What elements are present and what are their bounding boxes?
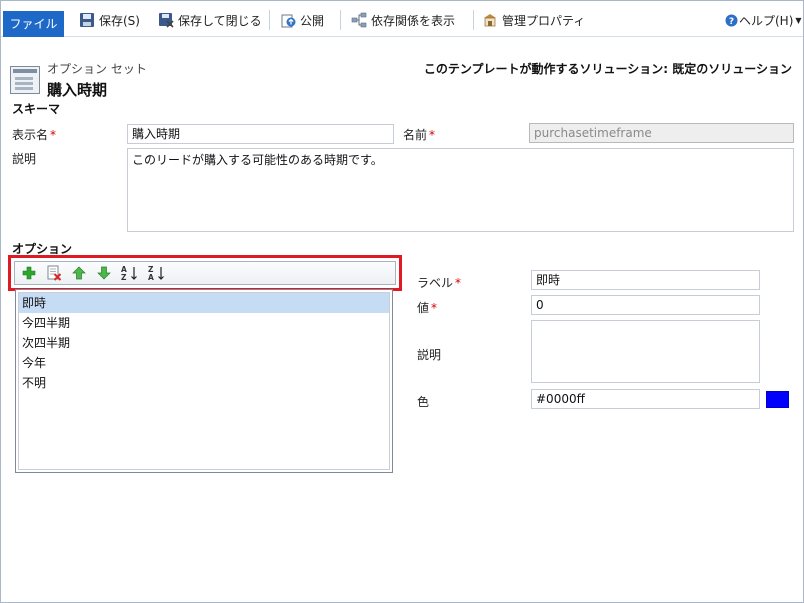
publish-icon xyxy=(280,12,296,28)
display-name-field[interactable]: 購入時期 xyxy=(127,124,394,144)
option-set-icon xyxy=(10,66,40,94)
required-marker: * xyxy=(455,276,462,290)
sort-descending-icon: ZA xyxy=(148,265,164,281)
page-title: 購入時期 xyxy=(47,81,108,99)
file-tab[interactable]: ファイル xyxy=(3,11,64,37)
sort-ascending-button[interactable]: AZ xyxy=(121,265,139,281)
chevron-down-icon: ▼ xyxy=(795,15,802,25)
delete-icon xyxy=(47,265,62,281)
option-value-label: 値 * xyxy=(417,301,438,315)
managed-properties-button[interactable]: 管理プロパティ xyxy=(482,10,585,30)
publish-button[interactable]: 公開 xyxy=(280,10,324,30)
entity-type-label: オプション セット xyxy=(47,62,147,76)
arrow-down-icon xyxy=(97,266,111,280)
dependencies-icon xyxy=(351,12,367,28)
option-label-label: ラベル * xyxy=(417,276,462,290)
options-listbox[interactable]: 即時 今四半期 次四半期 今年 不明 xyxy=(15,289,393,473)
option-color-field[interactable]: #0000ff xyxy=(531,389,760,409)
color-swatch[interactable] xyxy=(766,391,789,408)
help-menu[interactable]: ? ヘルプ(H) ▼ xyxy=(725,10,802,30)
arrow-up-icon xyxy=(72,266,86,280)
move-up-button[interactable] xyxy=(71,265,87,281)
option-value-field[interactable]: 0 xyxy=(531,295,760,315)
show-dependencies-label: 依存関係を表示 xyxy=(371,13,456,28)
name-field: purchasetimeframe xyxy=(529,123,794,143)
save-close-icon xyxy=(158,12,174,28)
plus-icon xyxy=(22,266,36,280)
display-name-label: 表示名 * xyxy=(12,128,57,142)
ribbon-separator xyxy=(340,10,341,30)
delete-option-button[interactable] xyxy=(46,265,62,281)
required-marker: * xyxy=(431,301,438,315)
schema-section-title: スキーマ xyxy=(12,102,61,116)
ribbon-separator xyxy=(473,10,474,30)
list-item[interactable]: 即時 xyxy=(19,293,389,313)
managed-properties-label: 管理プロパティ xyxy=(502,13,586,28)
managed-properties-icon xyxy=(482,12,498,28)
list-item[interactable]: 今年 xyxy=(19,353,389,373)
option-color-label: 色 xyxy=(417,395,430,409)
ribbon-separator xyxy=(269,10,270,30)
list-item[interactable]: 今四半期 xyxy=(19,313,389,333)
save-label: 保存(S) xyxy=(99,13,140,28)
floppy-disk-icon xyxy=(79,12,95,28)
required-marker: * xyxy=(429,128,436,142)
add-option-button[interactable] xyxy=(21,265,37,281)
solution-info: このテンプレートが動作するソリューション: 既定のソリューション xyxy=(423,62,792,76)
svg-text:A: A xyxy=(148,273,154,281)
list-item[interactable]: 次四半期 xyxy=(19,333,389,353)
description-label: 説明 xyxy=(12,152,37,166)
help-label: ヘルプ(H) xyxy=(739,13,794,28)
required-marker: * xyxy=(50,128,57,142)
save-button[interactable]: 保存(S) xyxy=(79,10,140,30)
save-and-close-button[interactable]: 保存して閉じる xyxy=(158,10,262,30)
description-field[interactable]: このリードが購入する可能性のある時期です。 xyxy=(127,148,794,232)
save-and-close-label: 保存して閉じる xyxy=(178,13,262,28)
publish-label: 公開 xyxy=(300,13,325,28)
svg-text:Z: Z xyxy=(121,273,127,281)
options-toolbar: AZ ZA xyxy=(14,261,396,285)
option-description-field[interactable] xyxy=(531,320,760,383)
help-icon: ? xyxy=(725,14,738,27)
list-item[interactable]: 不明 xyxy=(19,373,389,393)
sort-ascending-icon: AZ xyxy=(121,265,137,281)
name-label: 名前 * xyxy=(403,128,436,142)
svg-text:?: ? xyxy=(729,17,734,27)
option-label-field[interactable]: 即時 xyxy=(531,270,760,290)
sort-descending-button[interactable]: ZA xyxy=(148,265,166,281)
show-dependencies-button[interactable]: 依存関係を表示 xyxy=(351,10,455,30)
ribbon: ファイル 保存(S) 保存して閉じる 公開 依存関係を表示 管理プロパティ ? … xyxy=(1,1,803,37)
move-down-button[interactable] xyxy=(96,265,112,281)
options-list: 即時 今四半期 次四半期 今年 不明 xyxy=(18,292,390,470)
option-description-label: 説明 xyxy=(417,348,442,362)
